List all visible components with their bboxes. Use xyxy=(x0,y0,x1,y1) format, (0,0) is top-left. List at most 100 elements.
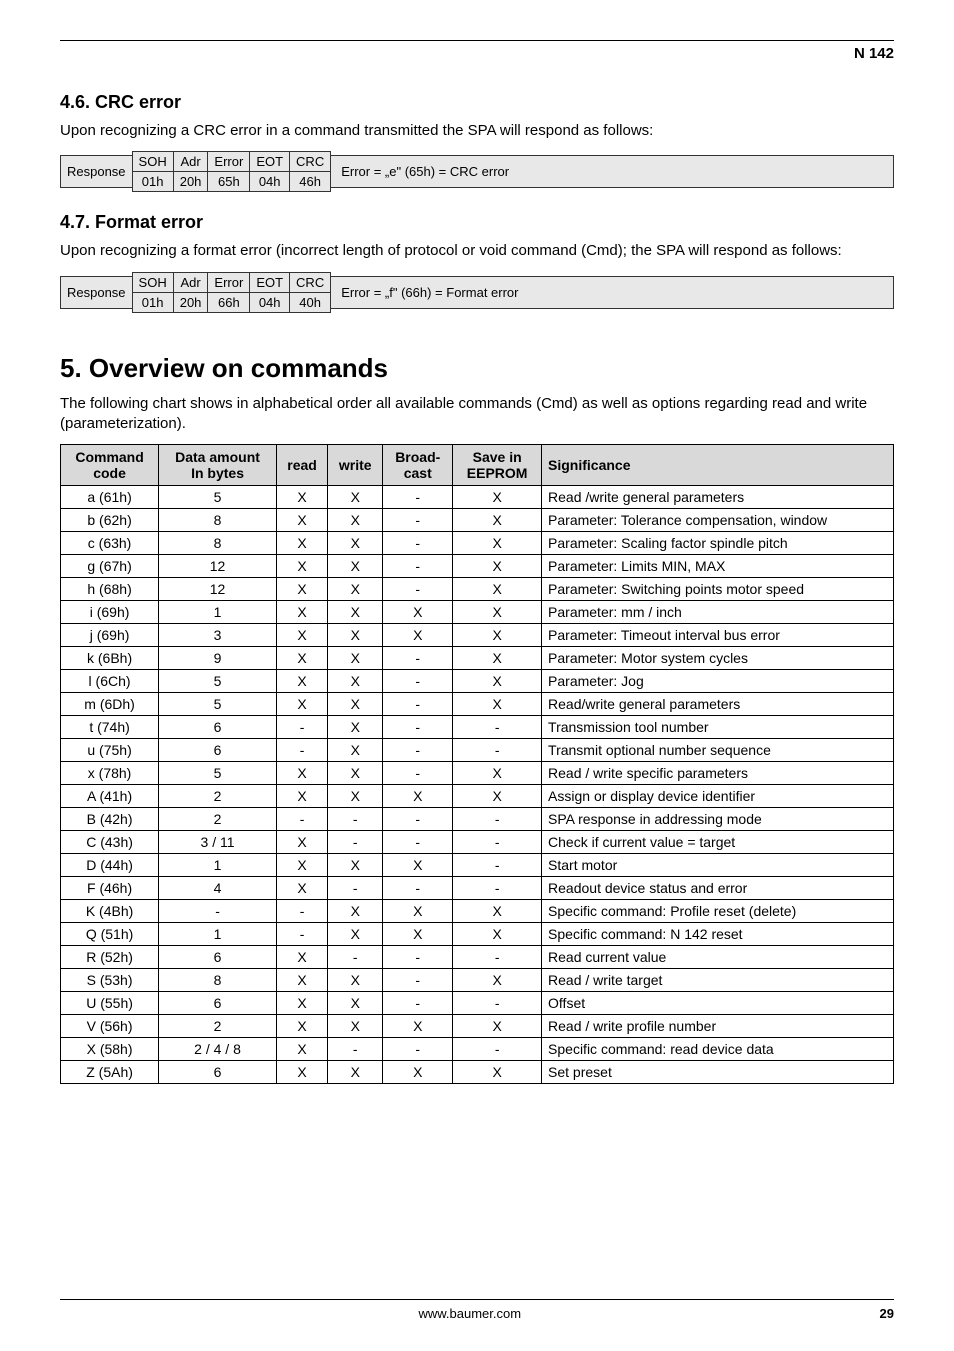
table-cell: X xyxy=(276,509,327,532)
packet-label: Response xyxy=(60,276,132,309)
table-cell: 8 xyxy=(159,969,277,992)
table-cell: 6 xyxy=(159,739,277,762)
table-cell: X xyxy=(276,624,327,647)
table-cell: X xyxy=(276,601,327,624)
table-cell: D (44h) xyxy=(61,854,159,877)
pkt-hdr: Error xyxy=(208,152,250,172)
table-cell: X xyxy=(328,739,383,762)
table-cell: - xyxy=(453,946,542,969)
table-row: m (6Dh)5XX-XRead/write general parameter… xyxy=(61,693,894,716)
table-cell: Specific command: Profile reset (delete) xyxy=(542,900,894,923)
table-cell: - xyxy=(328,831,383,854)
table-cell: X xyxy=(453,900,542,923)
table-cell: - xyxy=(383,946,453,969)
table-cell: X xyxy=(328,624,383,647)
pkt-val: 04h xyxy=(250,172,290,192)
table-cell: X xyxy=(328,647,383,670)
table-cell: X xyxy=(453,532,542,555)
table-cell: X xyxy=(453,785,542,808)
table-cell: i (69h) xyxy=(61,601,159,624)
table-cell: X xyxy=(453,555,542,578)
table-cell: Transmit optional number sequence xyxy=(542,739,894,762)
table-cell: X xyxy=(276,762,327,785)
table-cell: X xyxy=(328,578,383,601)
table-cell: V (56h) xyxy=(61,1015,159,1038)
table-cell: Read / write target xyxy=(542,969,894,992)
table-cell: X xyxy=(328,1061,383,1084)
table-cell: x (78h) xyxy=(61,762,159,785)
table-cell: X xyxy=(276,785,327,808)
table-cell: 12 xyxy=(159,555,277,578)
table-cell: X xyxy=(276,486,327,509)
table-cell: X xyxy=(383,923,453,946)
table-cell: A (41h) xyxy=(61,785,159,808)
table-cell: X xyxy=(328,601,383,624)
table-cell: Offset xyxy=(542,992,894,1015)
table-cell: 5 xyxy=(159,693,277,716)
pkt-val: 20h xyxy=(173,292,208,312)
table-cell: Read / write profile number xyxy=(542,1015,894,1038)
pkt-hdr: SOH xyxy=(132,152,173,172)
table-row: A (41h)2XXXXAssign or display device ide… xyxy=(61,785,894,808)
table-cell: Readout device status and error xyxy=(542,877,894,900)
table-cell: - xyxy=(383,693,453,716)
table-cell: - xyxy=(276,900,327,923)
table-cell: - xyxy=(383,992,453,1015)
table-cell: Read/write general parameters xyxy=(542,693,894,716)
chapter-5-intro: The following chart shows in alphabetica… xyxy=(60,394,894,435)
pkt-hdr: CRC xyxy=(290,272,331,292)
table-cell: Read /write general parameters xyxy=(542,486,894,509)
table-row: C (43h)3 / 11X---Check if current value … xyxy=(61,831,894,854)
table-cell: Start motor xyxy=(542,854,894,877)
table-cell: 1 xyxy=(159,854,277,877)
table-cell: 2 / 4 / 8 xyxy=(159,1038,277,1061)
table-cell: - xyxy=(276,923,327,946)
table-cell: 6 xyxy=(159,716,277,739)
table-cell: X xyxy=(453,1015,542,1038)
doc-id: N 142 xyxy=(60,45,894,62)
pkt-hdr: Error xyxy=(208,272,250,292)
table-cell: - xyxy=(383,532,453,555)
table-cell: - xyxy=(383,739,453,762)
table-row: h (68h)12XX-XParameter: Switching points… xyxy=(61,578,894,601)
table-cell: 3 xyxy=(159,624,277,647)
table-cell: X xyxy=(328,693,383,716)
table-cell: 6 xyxy=(159,946,277,969)
table-cell: - xyxy=(383,578,453,601)
table-cell: 1 xyxy=(159,923,277,946)
table-cell: - xyxy=(453,831,542,854)
table-cell: X xyxy=(276,532,327,555)
table-cell: 3 / 11 xyxy=(159,831,277,854)
section-4-6-title: 4.6. CRC error xyxy=(60,92,894,113)
table-cell: - xyxy=(383,716,453,739)
table-cell: X xyxy=(276,877,327,900)
pkt-val: 01h xyxy=(132,292,173,312)
chapter-5-title: 5. Overview on commands xyxy=(60,353,894,384)
table-cell: X xyxy=(453,670,542,693)
table-cell: X xyxy=(453,578,542,601)
table-cell: 6 xyxy=(159,992,277,1015)
table-row: U (55h)6XX--Offset xyxy=(61,992,894,1015)
table-cell: - xyxy=(453,854,542,877)
table-row: a (61h)5XX-XRead /write general paramete… xyxy=(61,486,894,509)
table-row: B (42h)2----SPA response in addressing m… xyxy=(61,808,894,831)
table-cell: X xyxy=(453,509,542,532)
table-cell: X xyxy=(276,1038,327,1061)
table-cell: X xyxy=(276,578,327,601)
pkt-val: 01h xyxy=(132,172,173,192)
table-cell: 8 xyxy=(159,509,277,532)
pkt-hdr: CRC xyxy=(290,152,331,172)
pkt-val: 46h xyxy=(290,172,331,192)
table-cell: 2 xyxy=(159,808,277,831)
table-cell: X xyxy=(276,969,327,992)
table-cell: X xyxy=(328,762,383,785)
table-cell: X xyxy=(328,923,383,946)
table-cell: Parameter: Scaling factor spindle pitch xyxy=(542,532,894,555)
table-cell: - xyxy=(383,647,453,670)
table-cell: k (6Bh) xyxy=(61,647,159,670)
table-cell: S (53h) xyxy=(61,969,159,992)
pkt-val: 40h xyxy=(290,292,331,312)
table-cell: 2 xyxy=(159,1015,277,1038)
table-cell: - xyxy=(383,877,453,900)
table-cell: X xyxy=(453,923,542,946)
